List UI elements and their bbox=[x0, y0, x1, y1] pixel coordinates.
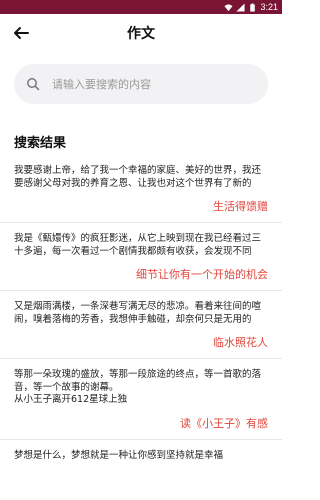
battery-icon bbox=[250, 2, 256, 12]
search-input[interactable] bbox=[50, 76, 254, 92]
results-heading: 搜索结果 bbox=[14, 136, 67, 151]
result-excerpt: 又是烟雨满楼，一条深巷写满无尽的悲凉。看着来往间的喧闹，嗅着落梅的芳香，我想伸手… bbox=[14, 301, 262, 325]
result-excerpt: 等那一朵玫瑰的盛放，等那一段旅途的终点，等一首歌的落音，等一个故事的谢幕。 从小… bbox=[14, 369, 262, 405]
page-title: 作文 bbox=[127, 26, 155, 42]
app-header: 作文 bbox=[0, 14, 282, 52]
result-title[interactable]: 读《小王子》有感 bbox=[14, 415, 268, 431]
result-excerpt: 梦想是什么，梦想就是一种让你感到坚持就是幸福 bbox=[14, 449, 224, 461]
search-bar[interactable] bbox=[14, 64, 268, 104]
result-excerpt: 我要感谢上帝，给了我一个幸福的家庭、美好的世界，我还要感谢父母对我的养育之恩、让… bbox=[14, 165, 262, 189]
result-title[interactable]: 临水照花人 bbox=[14, 334, 268, 350]
result-item[interactable]: 又是烟雨满楼，一条深巷写满无尽的悲凉。看着来往间的喧闹，嗅着落梅的芳香，我想伸手… bbox=[0, 301, 282, 359]
result-title[interactable]: 生活得馈赠 bbox=[14, 198, 268, 214]
result-title[interactable]: 细节让你有一个开始的机会 bbox=[14, 266, 268, 282]
search-icon bbox=[27, 78, 40, 91]
signal-icon bbox=[236, 2, 246, 12]
result-item[interactable]: 我是《甄嬛传》的疯狂影迷，从它上映到现在我已经看过三十多遍，每一次看过一个剧情我… bbox=[0, 233, 282, 291]
wifi-icon bbox=[224, 3, 234, 11]
results-list: 我要感谢上帝，给了我一个幸福的家庭、美好的世界，我还要感谢父母对我的养育之恩、让… bbox=[0, 165, 282, 470]
result-excerpt: 我是《甄嬛传》的疯狂影迷，从它上映到现在我已经看过三十多遍，每一次看过一个剧情我… bbox=[14, 233, 262, 257]
result-item[interactable]: 梦想是什么，梦想就是一种让你感到坚持就是幸福 bbox=[0, 450, 282, 471]
result-item[interactable]: 等那一朵玫瑰的盛放，等那一段旅途的终点，等一首歌的落音，等一个故事的谢幕。 从小… bbox=[0, 369, 282, 440]
result-item[interactable]: 我要感谢上帝，给了我一个幸福的家庭、美好的世界，我还要感谢父母对我的养育之恩、让… bbox=[0, 165, 282, 223]
status-time: 3:21 bbox=[260, 2, 278, 12]
back-arrow-icon[interactable] bbox=[12, 24, 30, 42]
status-bar: 3:21 bbox=[0, 0, 282, 14]
